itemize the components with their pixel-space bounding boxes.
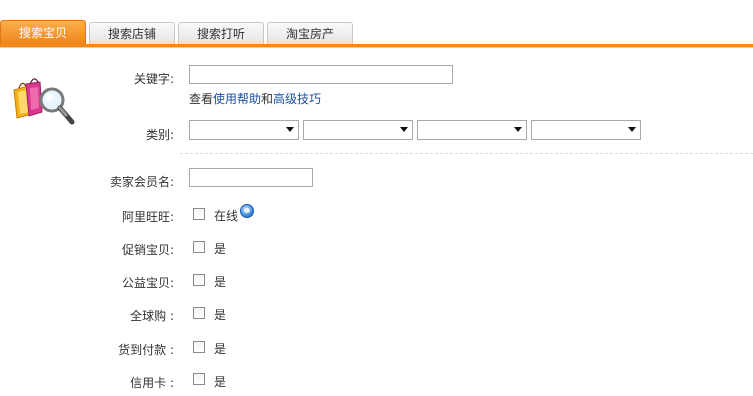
advanced-tips-link[interactable]: 高级技巧 — [273, 92, 321, 106]
cod-checkbox[interactable] — [193, 341, 205, 353]
category-select-4[interactable] — [531, 120, 641, 140]
keyword-label: 关键字: — [133, 72, 174, 86]
wangwang-icon — [240, 204, 254, 218]
category-label: 类别: — [145, 128, 174, 142]
charity-label: 公益宝贝: — [121, 276, 174, 290]
credit-card-checkbox[interactable] — [193, 373, 205, 385]
category-select-2[interactable] — [303, 120, 413, 140]
wangwang-online-option: 在线 — [214, 209, 239, 223]
cod-label: 货到付款 : — [118, 343, 174, 357]
seller-input[interactable] — [189, 168, 313, 187]
help-prefix: 查看 — [189, 92, 214, 106]
category-select-1[interactable] — [189, 120, 299, 140]
promo-option: 是 — [214, 242, 227, 256]
global-buy-label: 全球购 : — [130, 309, 174, 323]
keyword-input[interactable] — [189, 65, 453, 84]
chevron-down-icon — [514, 127, 522, 132]
credit-card-option: 是 — [214, 375, 227, 389]
section-divider — [180, 153, 753, 154]
global-buy-checkbox[interactable] — [193, 307, 205, 319]
tab-search-shops[interactable]: 搜索店铺 — [89, 22, 175, 44]
charity-checkbox[interactable] — [193, 274, 205, 286]
shopping-search-icon — [13, 78, 75, 125]
chevron-down-icon — [628, 127, 636, 132]
search-tabs: 搜索宝贝 搜索店铺 搜索打听 淘宝房产 — [0, 0, 753, 48]
chevron-down-icon — [286, 127, 294, 132]
chevron-down-icon — [400, 127, 408, 132]
credit-card-label: 信用卡 : — [130, 376, 174, 390]
usage-help-link[interactable]: 使用帮助 — [213, 92, 261, 106]
promo-label: 促销宝贝: — [121, 243, 174, 257]
global-buy-option: 是 — [214, 308, 227, 322]
seller-label: 卖家会员名: — [109, 175, 174, 189]
tab-taobao-realestate[interactable]: 淘宝房产 — [267, 22, 353, 44]
promo-checkbox[interactable] — [193, 241, 205, 253]
help-and: 和 — [261, 92, 274, 106]
cod-option: 是 — [214, 342, 227, 356]
wangwang-label: 阿里旺旺: — [121, 210, 174, 224]
charity-option: 是 — [214, 275, 227, 289]
tab-search-inquiry[interactable]: 搜索打听 — [178, 22, 264, 44]
category-select-3[interactable] — [417, 120, 527, 140]
help-text: 查看使用帮助和高级技巧 — [189, 90, 321, 107]
wangwang-online-checkbox[interactable] — [193, 208, 205, 220]
tab-underline-shadow — [0, 47, 753, 48]
tab-search-items[interactable]: 搜索宝贝 — [0, 20, 86, 45]
